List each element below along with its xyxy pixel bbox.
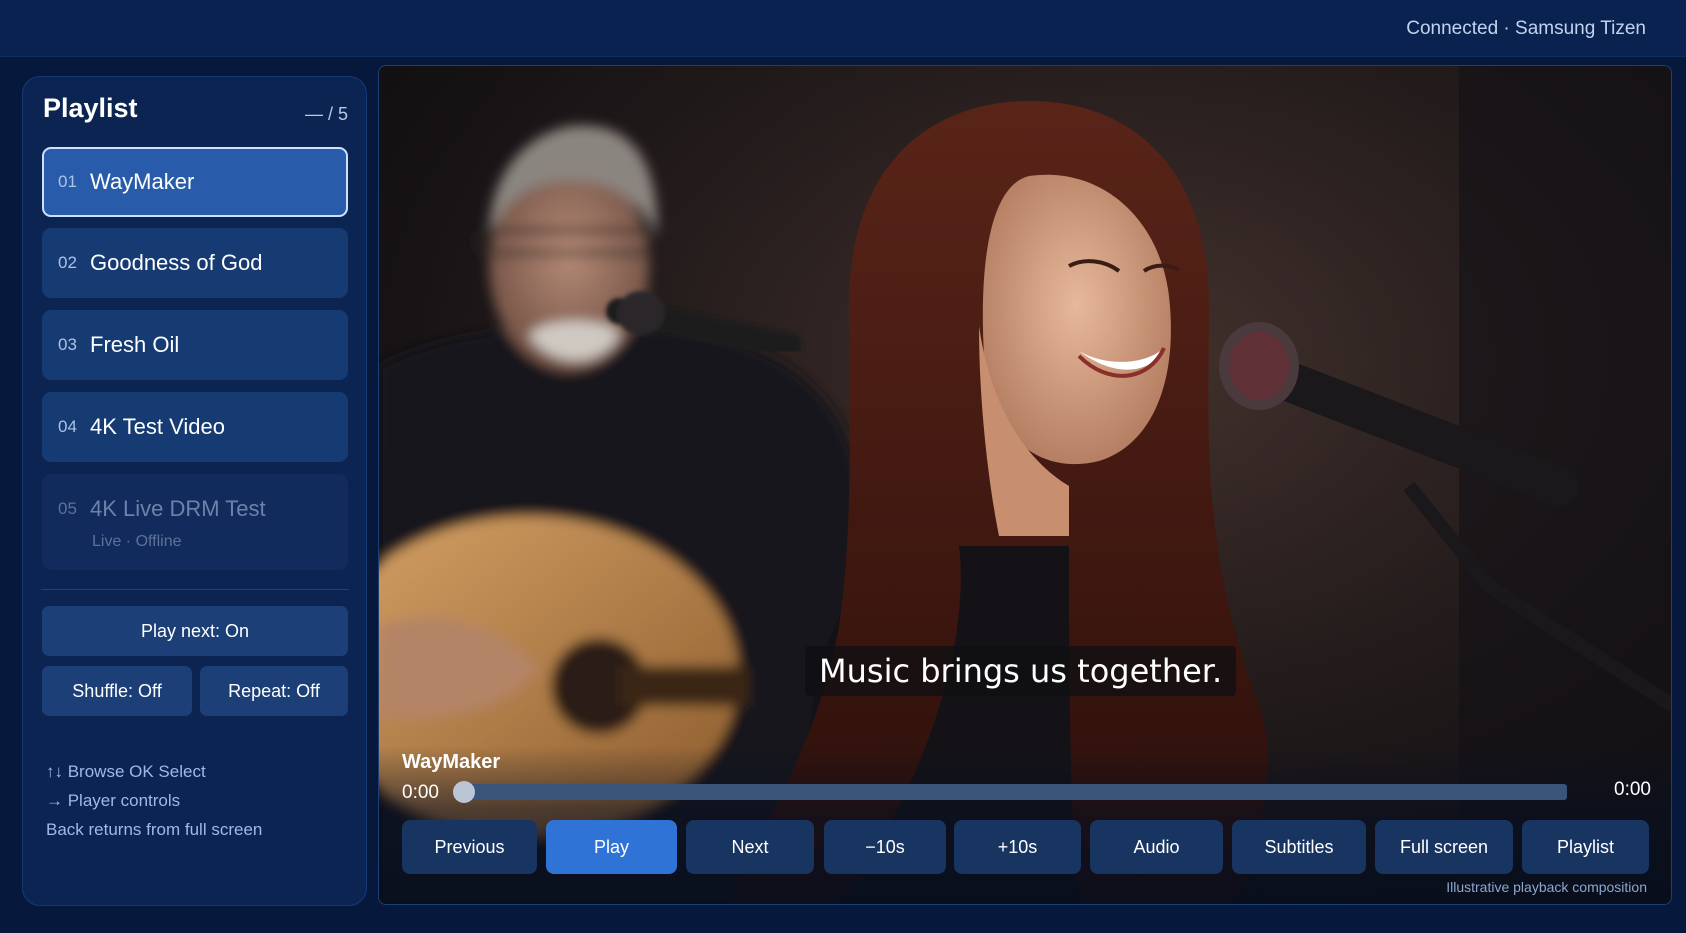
top-bar: Connected · Samsung Tizen	[0, 0, 1686, 57]
playlist-item-title: Goodness of God	[90, 250, 263, 275]
playlist-item-status: Live · Offline	[92, 533, 182, 550]
playlist-item-number: 05	[58, 499, 77, 518]
help-back: Back returns from full screen	[46, 820, 263, 839]
playlist-item-number: 03	[58, 335, 77, 354]
composition-note: Illustrative playback composition	[1446, 879, 1647, 895]
forward-10s-button[interactable]: +10s	[954, 820, 1081, 874]
playlist-item-4k-test-video[interactable]: 04 4K Test Video	[42, 392, 348, 462]
previous-button[interactable]: Previous	[402, 820, 537, 874]
play-button[interactable]: Play	[546, 820, 677, 874]
playlist-count: — / 5	[304, 104, 348, 124]
duration-time: 0:00	[1614, 779, 1651, 800]
subtitle-caption: Music brings us together.	[805, 646, 1237, 696]
divider	[41, 589, 349, 590]
playlist-button[interactable]: Playlist	[1522, 820, 1649, 874]
current-time: 0:00	[402, 782, 439, 803]
connection-status: Connected · Samsung Tizen	[1406, 18, 1646, 39]
help-player-controls: → Player controls	[46, 791, 181, 810]
seek-handle[interactable]	[453, 781, 475, 803]
fullscreen-button[interactable]: Full screen	[1375, 820, 1513, 874]
playlist-item-title: 4K Live DRM Test	[90, 496, 266, 521]
playlist-item-number: 01	[58, 172, 77, 191]
repeat-toggle[interactable]: Repeat: Off	[200, 666, 348, 716]
seek-bar[interactable]	[453, 781, 1567, 803]
playlist-item-goodness-of-god[interactable]: 02 Goodness of God	[42, 228, 348, 298]
playlist-item-waymaker[interactable]: 01 WayMaker	[42, 147, 348, 217]
playlist-item-number: 04	[58, 417, 77, 436]
playlist-panel: Playlist — / 5 01 WayMaker 02 Goodness o…	[22, 76, 367, 906]
playlist-item-4k-live-drm-test: 05 4K Live DRM Test Live · Offline	[42, 474, 348, 570]
subtitles-button[interactable]: Subtitles	[1232, 820, 1366, 874]
audio-button[interactable]: Audio	[1090, 820, 1223, 874]
playlist-item-title: 4K Test Video	[90, 414, 225, 439]
shuffle-toggle[interactable]: Shuffle: Off	[42, 666, 192, 716]
next-button[interactable]: Next	[686, 820, 814, 874]
video-player[interactable]: Music brings us together. WayMaker 0:00 …	[378, 65, 1672, 905]
help-browse-select: ↑↓ Browse OK Select	[46, 762, 206, 781]
play-next-toggle[interactable]: Play next: On	[42, 606, 348, 656]
playlist-item-title: Fresh Oil	[90, 332, 180, 357]
playlist-item-title: WayMaker	[90, 169, 195, 194]
playlist-item-number: 02	[58, 253, 77, 272]
playlist-item-fresh-oil[interactable]: 03 Fresh Oil	[42, 310, 348, 380]
playlist-title: Playlist	[43, 93, 138, 123]
now-playing-title: WayMaker	[402, 751, 501, 773]
rewind-10s-button[interactable]: −10s	[824, 820, 946, 874]
